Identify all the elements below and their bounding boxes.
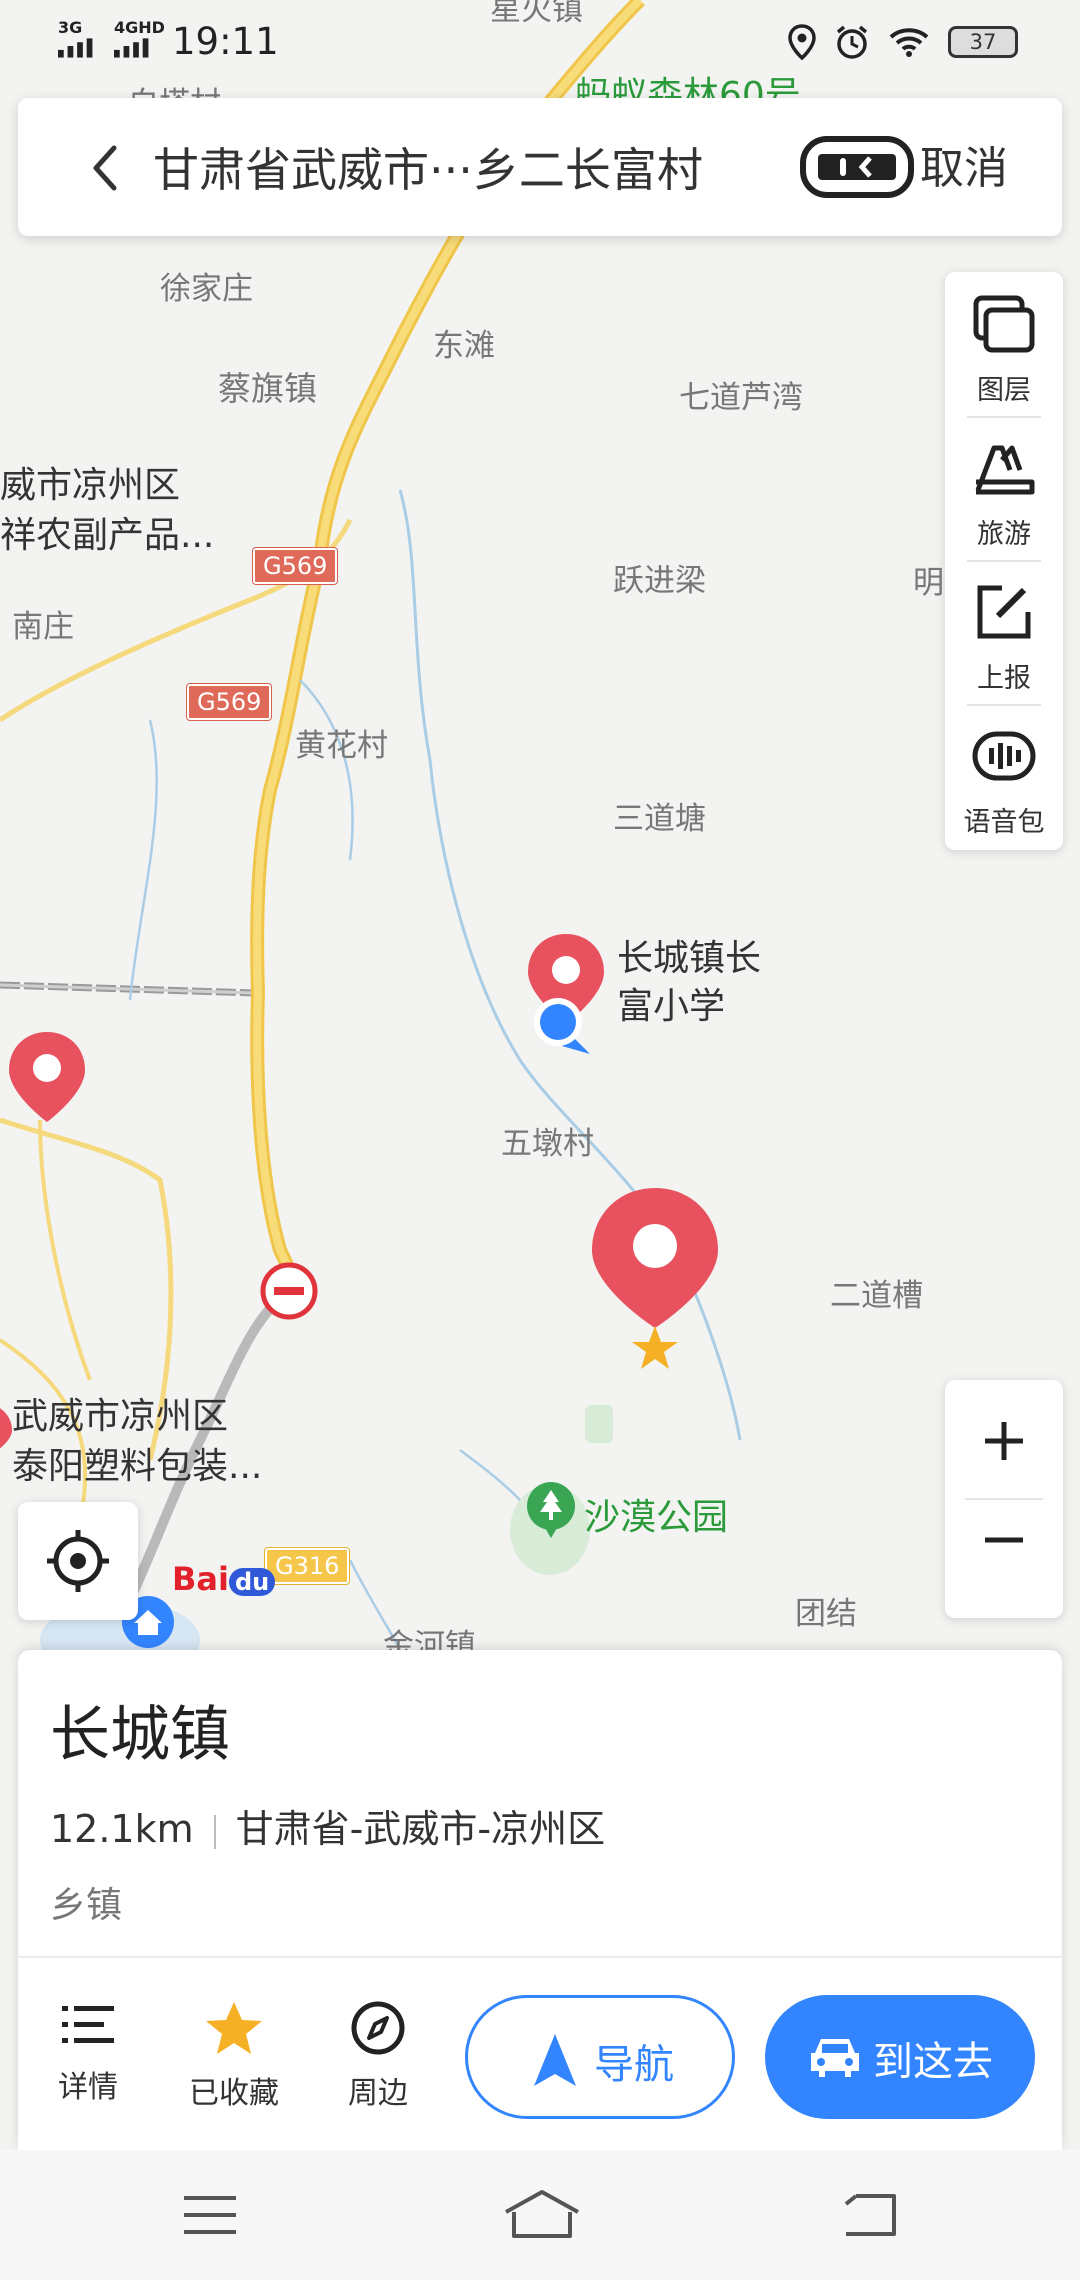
place-label: 金河镇 [383,1628,476,1650]
menu-icon[interactable] [180,2192,240,2238]
go-here-label: 到这去 [873,2039,993,2085]
baidu-logo: Bai du [172,1560,276,1598]
place-label: 东滩 [433,328,495,364]
tool-report[interactable]: 上报 [945,560,1063,704]
tool-voice-pack[interactable]: 语音包 [945,704,1063,848]
locate-icon [47,1530,109,1592]
road-shield: G316 [265,1548,350,1584]
region-text: 甘肃省-武威市-凉州区 [235,1807,606,1851]
map-pin-partial[interactable] [0,1400,16,1460]
details-button[interactable]: 详情 [28,2000,148,2106]
park-icon[interactable] [523,1480,579,1540]
navigate-button[interactable]: 导航 [465,1995,735,2119]
zoom-out-button[interactable] [945,1499,1063,1618]
zoom-control [945,1380,1063,1618]
zoom-in-button[interactable] [945,1380,1063,1499]
poi-label[interactable]: 泰阳塑料包装... [12,1443,262,1491]
tool-label: 图层 [977,375,1031,406]
divider [213,1814,216,1849]
cancel-button[interactable]: 取消 [920,132,1008,196]
divider [18,1956,1062,1958]
favorite-button[interactable]: 已收藏 [174,2000,294,2112]
layers-icon [973,295,1035,353]
tool-label: 语音包 [963,807,1045,838]
home-nav-icon[interactable] [502,2188,582,2240]
poi-label[interactable]: 武威市凉州区 [12,1393,228,1441]
place-label: 明 [913,565,944,601]
action-label: 详情 [58,2070,118,2105]
place-label: 蔡旗镇 [218,369,317,408]
navigation-arrow-icon [534,2034,576,2086]
poi-label[interactable]: 沙漠公园 [584,1488,728,1540]
back-arrow-icon[interactable] [78,138,138,198]
location-status-icon [788,24,816,60]
back-nav-icon[interactable] [840,2190,900,2238]
map-pin[interactable] [5,1030,89,1130]
place-label: 徐家庄 [160,271,253,307]
star-icon [206,2002,262,2054]
search-query-text[interactable]: 甘肃省武威市···乡二长富村 [153,134,703,200]
minus-icon [985,1537,1023,1543]
network-type: 4GHD [114,18,165,37]
search-bar: 甘肃省武威市···乡二长富村 取消 [18,98,1062,236]
plus-icon [985,1422,1023,1460]
place-label: 团结 [795,1596,857,1632]
tool-travel[interactable]: 旅游 [945,416,1063,560]
tool-layers[interactable]: 图层 [945,272,1063,416]
signal-icon [58,38,93,58]
poi-label[interactable]: 威市凉州区 [0,462,180,510]
place-category: 乡镇 [50,1885,123,1926]
distance-text: 12.1km [50,1807,194,1851]
poi-label[interactable]: 祥农副产品... [0,512,214,560]
voice-pack-icon [972,731,1036,781]
clock: 19:11 [172,20,279,63]
place-label: 黄花村 [295,728,388,764]
place-label: 三道塘 [613,801,706,837]
go-here-button[interactable]: 到这去 [765,1995,1035,2119]
locate-button[interactable] [18,1502,138,1620]
compass-icon [351,2001,405,2055]
place-label: 二道槽 [830,1278,923,1314]
travel-icon [975,445,1035,495]
action-label: 周边 [348,2076,408,2111]
place-detail-card[interactable]: 长城镇 12.1km 甘肃省-武威市-凉州区 乡镇 详情 已收藏 周边 导航 到… [18,1650,1062,2150]
action-label: 已收藏 [189,2076,279,2111]
map-tools-panel: 图层 旅游 上报 语音包 [945,272,1063,850]
battery-indicator: 37 [948,26,1018,58]
status-bar: 3G 4GHD 19:11 37 [0,0,1080,84]
voice-input-icon[interactable] [800,136,914,198]
signal-icon [114,38,149,58]
alarm-icon [836,25,868,59]
poi-label[interactable]: 富小学 [617,983,725,1031]
network-type: 3G [58,18,83,37]
place-label: 跃进梁 [613,563,706,599]
no-entry-icon [260,1262,318,1320]
list-icon [62,2006,114,2043]
place-label: 南庄 [12,609,74,645]
nearby-button[interactable]: 周边 [318,2000,438,2112]
road-shield: G569 [253,548,338,584]
poi-label[interactable]: 长城镇长 [617,935,761,983]
wifi-icon [889,28,929,57]
tool-label: 旅游 [977,519,1031,550]
tool-label: 上报 [977,663,1031,694]
selected-pin-icon[interactable] [588,1186,722,1374]
car-icon [811,2039,859,2077]
place-info: 12.1km 甘肃省-武威市-凉州区 [50,1798,605,1853]
navigate-label: 导航 [594,2042,674,2088]
road-shield: G569 [187,684,272,720]
place-label: 七道芦湾 [679,380,803,416]
report-icon [977,585,1031,639]
map-canvas[interactable]: 星火镇 白塔村 蚂蚁森林60号 徐家庄 东滩 蔡旗镇 七道芦湾 威市凉州区 祥农… [0,0,1080,1650]
system-navigation-bar [0,2150,1080,2280]
current-location-icon [534,998,590,1054]
place-title: 长城镇 [50,1700,230,1770]
place-label: 五墩村 [501,1126,594,1162]
